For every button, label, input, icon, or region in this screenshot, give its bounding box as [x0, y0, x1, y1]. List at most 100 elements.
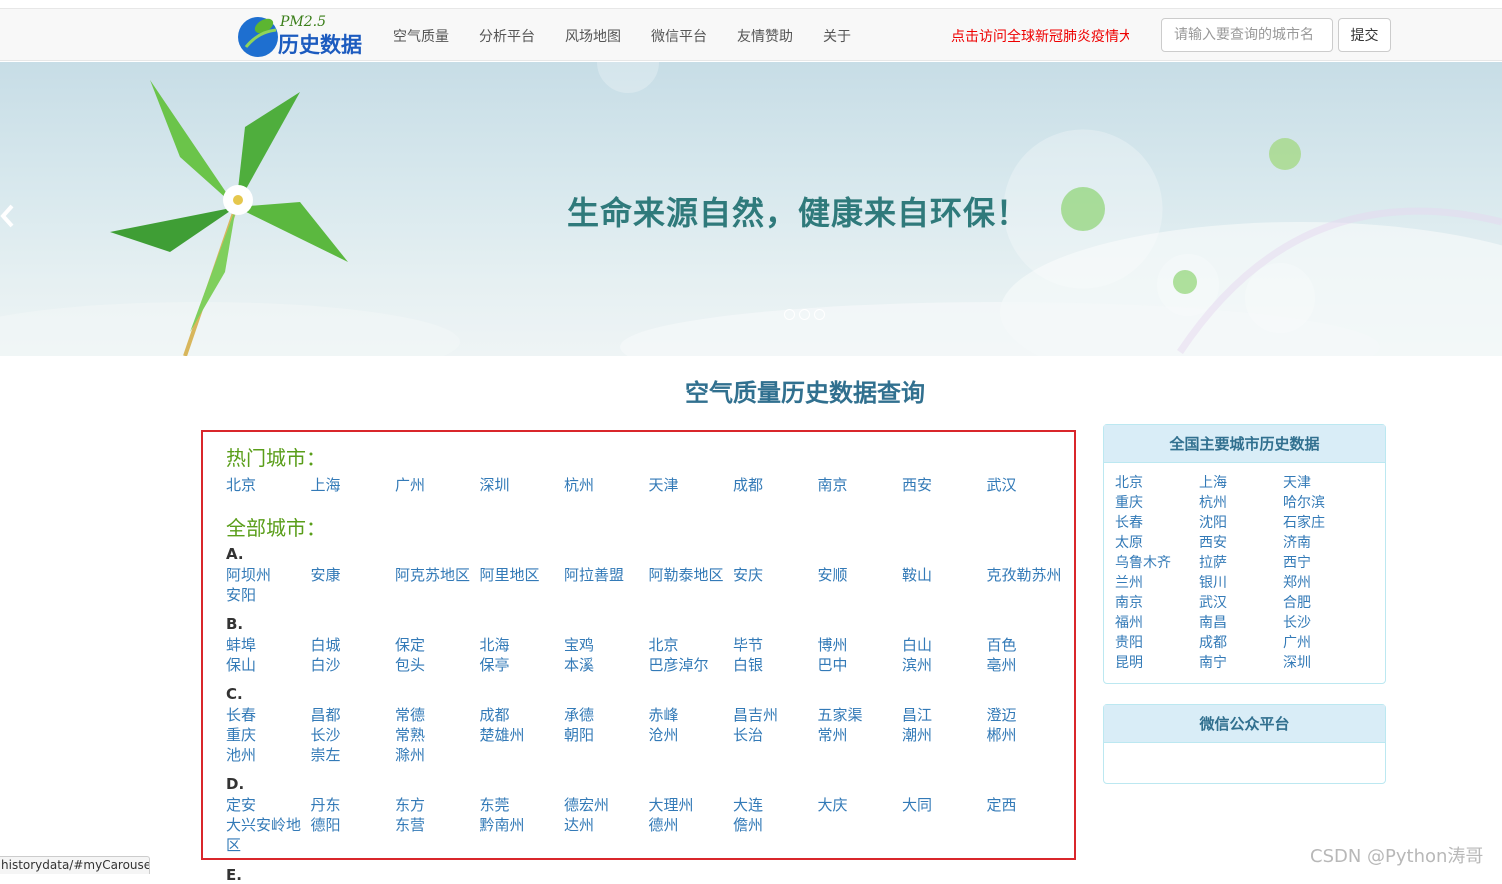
carousel-indicator-2[interactable] [799, 309, 810, 320]
main-city-link[interactable]: 济南 [1283, 533, 1367, 553]
main-city-link[interactable]: 贵阳 [1115, 633, 1199, 653]
main-city-link[interactable]: 深圳 [1283, 653, 1367, 673]
city-link[interactable]: 定安 [226, 795, 311, 815]
city-link[interactable]: 包头 [395, 655, 480, 675]
city-link[interactable]: 楚雄州 [480, 725, 565, 745]
city-link[interactable]: 五家渠 [818, 705, 903, 725]
main-city-link[interactable]: 乌鲁木齐 [1115, 553, 1199, 573]
city-link[interactable]: 重庆 [226, 725, 311, 745]
main-city-link[interactable]: 哈尔滨 [1283, 493, 1367, 513]
main-city-link[interactable]: 广州 [1283, 633, 1367, 653]
city-link[interactable]: 沧州 [649, 725, 734, 745]
hot-city-link[interactable]: 南京 [818, 475, 903, 495]
city-link[interactable]: 昌吉州 [733, 705, 818, 725]
city-link[interactable]: 儋州 [733, 815, 818, 835]
city-link[interactable]: 大兴安岭地区 [226, 815, 311, 855]
main-city-link[interactable]: 合肥 [1283, 593, 1367, 613]
city-link[interactable]: 鞍山 [902, 565, 987, 585]
city-link[interactable]: 成都 [480, 705, 565, 725]
city-link[interactable]: 白山 [902, 635, 987, 655]
city-link[interactable]: 安康 [311, 565, 396, 585]
city-link[interactable]: 长治 [733, 725, 818, 745]
hot-city-link[interactable]: 武汉 [987, 475, 1072, 495]
city-link[interactable]: 长沙 [311, 725, 396, 745]
main-city-link[interactable]: 石家庄 [1283, 513, 1367, 533]
hot-city-link[interactable]: 深圳 [480, 475, 565, 495]
city-link[interactable]: 郴州 [987, 725, 1072, 745]
hot-city-link[interactable]: 广州 [395, 475, 480, 495]
city-link[interactable]: 德宏州 [564, 795, 649, 815]
city-link[interactable]: 保定 [395, 635, 480, 655]
city-link[interactable]: 安顺 [818, 565, 903, 585]
city-link[interactable]: 大理州 [649, 795, 734, 815]
main-city-link[interactable]: 长沙 [1283, 613, 1367, 633]
city-link[interactable]: 德州 [649, 815, 734, 835]
city-link[interactable]: 澄迈 [987, 705, 1072, 725]
city-link[interactable]: 德阳 [311, 815, 396, 835]
city-link[interactable]: 黔南州 [480, 815, 565, 835]
nav-item-analysis[interactable]: 分析平台 [479, 26, 535, 46]
hot-city-link[interactable]: 北京 [226, 475, 311, 495]
city-link[interactable]: 毕节 [733, 635, 818, 655]
city-link[interactable]: 昌江 [902, 705, 987, 725]
city-link[interactable]: 阿拉善盟 [564, 565, 649, 585]
main-city-link[interactable]: 南昌 [1199, 613, 1283, 633]
city-link[interactable]: 承德 [564, 705, 649, 725]
city-link[interactable]: 本溪 [564, 655, 649, 675]
main-city-link[interactable]: 太原 [1115, 533, 1199, 553]
city-link[interactable]: 白银 [733, 655, 818, 675]
main-city-link[interactable]: 昆明 [1115, 653, 1199, 673]
city-link[interactable]: 东莞 [480, 795, 565, 815]
city-link[interactable]: 定西 [987, 795, 1072, 815]
hot-city-link[interactable]: 西安 [902, 475, 987, 495]
city-link[interactable]: 安庆 [733, 565, 818, 585]
city-link[interactable]: 亳州 [987, 655, 1072, 675]
main-city-link[interactable]: 西宁 [1283, 553, 1367, 573]
carousel-indicator-1[interactable] [784, 309, 795, 320]
main-city-link[interactable]: 郑州 [1283, 573, 1367, 593]
city-link[interactable]: 保亭 [480, 655, 565, 675]
city-link[interactable]: 北京 [649, 635, 734, 655]
city-link[interactable]: 安阳 [226, 585, 311, 605]
city-link[interactable]: 常州 [818, 725, 903, 745]
city-link[interactable]: 池州 [226, 745, 311, 765]
main-city-link[interactable]: 拉萨 [1199, 553, 1283, 573]
city-link[interactable]: 大同 [902, 795, 987, 815]
city-link[interactable]: 常德 [395, 705, 480, 725]
city-link[interactable]: 蚌埠 [226, 635, 311, 655]
city-link[interactable]: 巴中 [818, 655, 903, 675]
city-link[interactable]: 朝阳 [564, 725, 649, 745]
main-city-link[interactable]: 天津 [1283, 473, 1367, 493]
main-city-link[interactable]: 南宁 [1199, 653, 1283, 673]
city-link[interactable]: 白沙 [311, 655, 396, 675]
city-link[interactable]: 东营 [395, 815, 480, 835]
hot-city-link[interactable]: 杭州 [564, 475, 649, 495]
main-city-link[interactable]: 沈阳 [1199, 513, 1283, 533]
hot-city-link[interactable]: 成都 [733, 475, 818, 495]
main-city-link[interactable]: 成都 [1199, 633, 1283, 653]
main-city-link[interactable]: 杭州 [1199, 493, 1283, 513]
city-search-input[interactable] [1161, 18, 1333, 52]
city-link[interactable]: 博州 [818, 635, 903, 655]
city-link[interactable]: 宝鸡 [564, 635, 649, 655]
nav-item-about[interactable]: 关于 [823, 26, 851, 46]
main-city-link[interactable]: 重庆 [1115, 493, 1199, 513]
city-link[interactable]: 达州 [564, 815, 649, 835]
main-city-link[interactable]: 福州 [1115, 613, 1199, 633]
nav-item-sponsor[interactable]: 友情赞助 [737, 26, 793, 46]
hot-city-link[interactable]: 上海 [311, 475, 396, 495]
city-link[interactable]: 保山 [226, 655, 311, 675]
main-city-link[interactable]: 上海 [1199, 473, 1283, 493]
city-link[interactable]: 巴彦淖尔 [649, 655, 734, 675]
hot-city-link[interactable]: 天津 [649, 475, 734, 495]
city-link[interactable]: 东方 [395, 795, 480, 815]
main-city-link[interactable]: 西安 [1199, 533, 1283, 553]
site-logo[interactable]: PM2.5 历史数据 [236, 12, 372, 58]
main-city-link[interactable]: 南京 [1115, 593, 1199, 613]
nav-item-wind-map[interactable]: 风场地图 [565, 26, 621, 46]
city-link[interactable]: 阿坝州 [226, 565, 311, 585]
city-link[interactable]: 丹东 [311, 795, 396, 815]
main-city-link[interactable]: 兰州 [1115, 573, 1199, 593]
city-link[interactable]: 滁州 [395, 745, 480, 765]
city-link[interactable]: 大庆 [818, 795, 903, 815]
